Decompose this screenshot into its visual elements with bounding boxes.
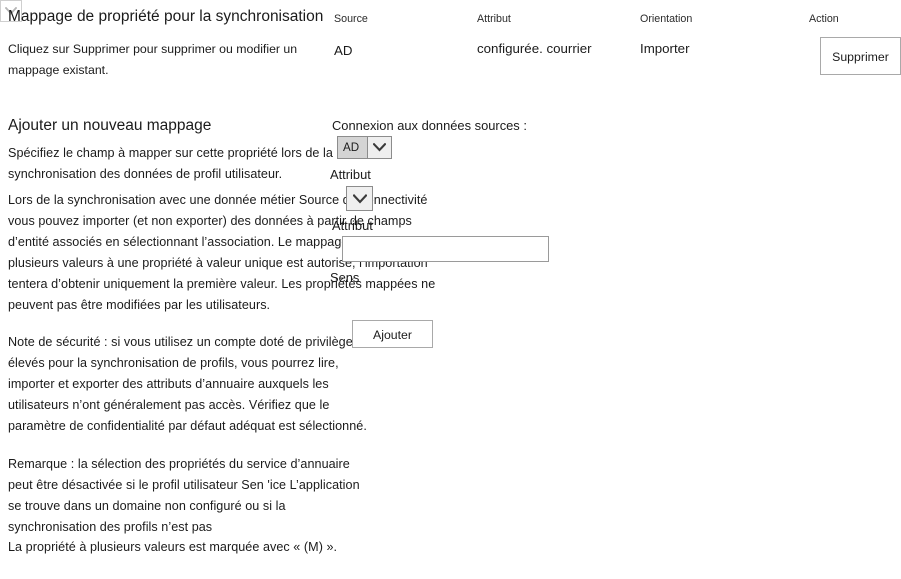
table-header-attribut: Attribut <box>477 13 511 25</box>
delete-mapping-button[interactable]: Supprimer <box>820 37 901 75</box>
remark-paragraph: Remarque : la sélection des propriétés d… <box>8 457 360 534</box>
security-note-paragraph: Note de sécurité : si vous utilisez un c… <box>8 335 367 433</box>
add-mapping-button[interactable]: Ajouter <box>352 320 433 348</box>
attribute-select[interactable] <box>346 186 373 211</box>
connection-source-select[interactable]: AD <box>337 136 392 159</box>
table-cell-source: AD <box>334 43 353 58</box>
attribute-select-label: Attribut <box>330 167 371 182</box>
table-cell-orientation: Importer <box>640 41 690 56</box>
add-mapping-description: Spécifiez le champ à mapper sur cette pr… <box>8 146 333 181</box>
chevron-down-icon[interactable] <box>346 186 373 211</box>
table-header-action: Action <box>809 13 839 25</box>
chevron-down-icon[interactable] <box>367 136 392 159</box>
page-title: Mappage de propriété pour la synchronisa… <box>8 8 324 25</box>
connection-source-value: AD <box>337 136 367 159</box>
table-header-source: Source <box>334 13 368 25</box>
multivalue-note-paragraph: La propriété à plusieurs valeurs est mar… <box>8 540 338 554</box>
add-mapping-heading: Ajouter un nouveau mappage <box>8 117 212 134</box>
attribute-text-input[interactable] <box>342 236 549 262</box>
table-cell-attribut: configurée. courrier <box>477 41 592 56</box>
connection-source-label: Connexion aux données sources : <box>332 118 527 133</box>
direction-label: Sens <box>330 270 360 285</box>
page-intro-text: Cliquez sur Supprimer pour supprimer ou … <box>8 42 298 77</box>
attribute-text-label: Attribut <box>332 218 373 233</box>
table-header-orientation: Orientation <box>640 13 693 25</box>
